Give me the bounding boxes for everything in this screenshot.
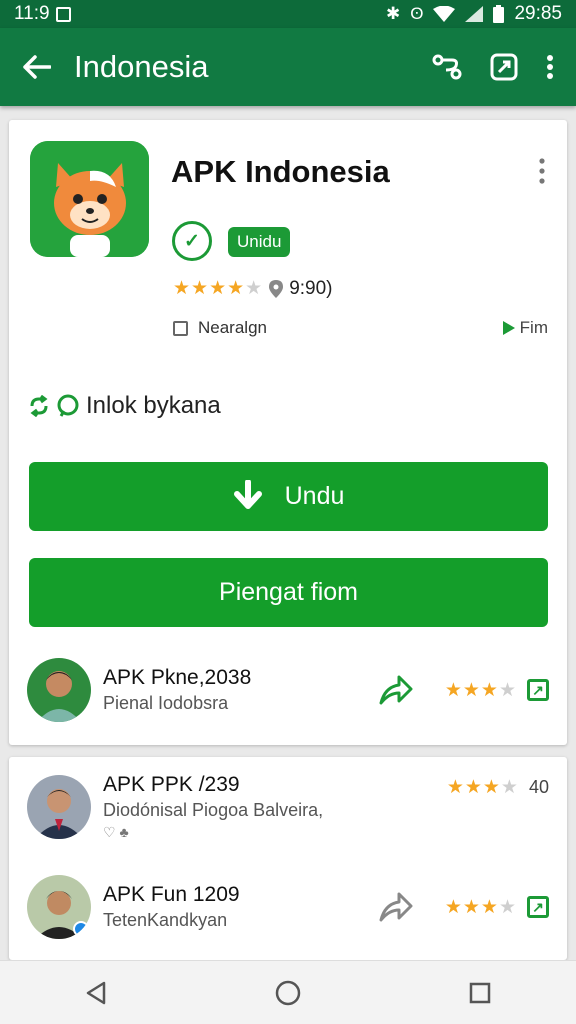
list-item-subtitle: Pienal Iodobsra xyxy=(103,693,229,713)
vibrate-icon: ʘ xyxy=(410,4,424,23)
battery-icon xyxy=(493,5,505,23)
list-item-title: APK PPK /239 xyxy=(103,773,240,796)
avatar xyxy=(27,658,91,722)
status-time-group: 11:9 xyxy=(14,3,71,25)
list-item-title: APK Pkne,2038 xyxy=(103,666,252,689)
wifi-icon xyxy=(433,6,456,22)
meta-right-label: Fim xyxy=(519,318,548,337)
nav-recents-button[interactable] xyxy=(460,973,500,1013)
list-item-actions: ★★★★ 40 xyxy=(447,776,549,799)
square-recents-icon xyxy=(469,982,491,1003)
list-item-actions: ★★★★ ↗ xyxy=(375,670,549,710)
navigation-button[interactable] xyxy=(490,53,518,81)
bookmark-icon[interactable]: ↗ xyxy=(527,679,549,701)
navigation-icon xyxy=(490,53,518,81)
overflow-menu-button[interactable] xyxy=(546,54,554,80)
secondary-button[interactable]: Piengat fiom xyxy=(29,558,548,627)
app-bar: Indonesia xyxy=(0,28,576,106)
list-item-text: APK PPK /239 Diodónisal Piogoa Balveira,… xyxy=(103,773,323,841)
related-apps-card: APK PPK /239 Diodónisal Piogoa Balveira,… xyxy=(9,757,567,960)
tagline-text: Inlok bykana xyxy=(86,392,221,419)
meta-left-label: Nearalgn xyxy=(198,318,267,337)
system-nav-bar xyxy=(0,960,576,1024)
route-button[interactable] xyxy=(432,54,462,80)
verified-icon: ✓ xyxy=(172,221,212,261)
rating-row: ★★★★★ 9:90) xyxy=(173,277,333,300)
list-item[interactable]: APK PPK /239 Diodónisal Piogoa Balveira,… xyxy=(27,772,549,842)
list-item-subtitle: Diodónisal Piogoa Balveira, xyxy=(103,800,324,820)
triangle-back-icon xyxy=(86,981,106,1004)
download-badge[interactable]: Unidu xyxy=(228,227,291,257)
share-button[interactable] xyxy=(375,670,415,710)
bookmark-icon[interactable]: ↗ xyxy=(527,896,549,918)
status-icons: ✱ ʘ 29:85 xyxy=(386,3,562,25)
location-pin-icon xyxy=(269,279,284,298)
app-title: APK Indonesia xyxy=(171,154,390,189)
list-item-stars: ★★★★ xyxy=(444,896,517,918)
back-arrow-icon xyxy=(23,55,51,79)
app-detail-card: APK Indonesia ✓ Unidu ★★★★★ 9:90) Nearal… xyxy=(9,120,567,745)
more-vert-icon xyxy=(539,158,545,184)
play-icon xyxy=(502,321,515,335)
fox-mascot-icon xyxy=(30,141,149,257)
download-arrow-icon xyxy=(233,479,262,509)
status-clock: 29:85 xyxy=(514,3,562,24)
avatar xyxy=(27,775,91,839)
circle-home-icon xyxy=(275,980,301,1005)
status-time: 11:9 xyxy=(14,3,50,24)
list-item-subtitle: TetenKandkyan xyxy=(103,910,228,930)
share-arrow-icon xyxy=(379,892,413,922)
share-button[interactable] xyxy=(375,887,415,927)
secondary-button-label: Piengat fiom xyxy=(219,578,358,606)
signal-icon xyxy=(465,6,484,22)
route-icon xyxy=(432,54,462,80)
more-vert-icon xyxy=(547,55,553,79)
share-arrow-icon xyxy=(379,675,413,705)
list-item-extra: ♡ ♣ xyxy=(103,824,129,840)
list-item[interactable]: APK Fun 1209 TetenKandkyan ★★★★ ↗ xyxy=(27,872,549,942)
back-button[interactable] xyxy=(0,55,74,79)
tagline: Inlok bykana xyxy=(28,392,221,420)
list-item-count: 40 xyxy=(528,777,549,797)
star-rating: ★★★★★ xyxy=(173,278,264,299)
list-item-text: APK Pkne,2038 Pienal Iodobsra xyxy=(103,666,251,714)
list-item-actions: ★★★★ ↗ xyxy=(375,887,549,927)
nav-back-button[interactable] xyxy=(76,973,116,1013)
bluetooth-icon: ✱ xyxy=(385,4,401,23)
meta-row: Nearalgn Fim xyxy=(173,318,548,338)
nav-home-button[interactable] xyxy=(268,973,308,1013)
chat-bubble-icon xyxy=(57,394,79,417)
download-button[interactable]: Undu xyxy=(29,462,548,531)
list-item-title: APK Fun 1209 xyxy=(103,883,240,906)
app-bar-title: Indonesia xyxy=(74,49,209,84)
avatar xyxy=(27,875,91,939)
meta-right-link[interactable]: Fim xyxy=(502,318,548,338)
app-bar-actions xyxy=(432,53,576,81)
app-icon[interactable] xyxy=(30,141,149,257)
list-item-text: APK Fun 1209 TetenKandkyan xyxy=(103,883,240,931)
list-item-stars: ★★★★ xyxy=(444,679,517,701)
download-button-label: Undu xyxy=(284,482,345,510)
notification-icon xyxy=(55,6,71,22)
list-item-stars: ★★★★ xyxy=(446,777,519,798)
wishlist-checkbox[interactable] xyxy=(173,320,188,336)
sync-icon xyxy=(30,395,48,417)
rating-text: 9:90) xyxy=(289,277,333,299)
list-item[interactable]: APK Pkne,2038 Pienal Iodobsra ★★★★ ↗ xyxy=(27,655,549,725)
status-bar: 11:9 ✱ ʘ 29:85 xyxy=(0,0,576,28)
card-menu-button[interactable] xyxy=(539,158,545,188)
